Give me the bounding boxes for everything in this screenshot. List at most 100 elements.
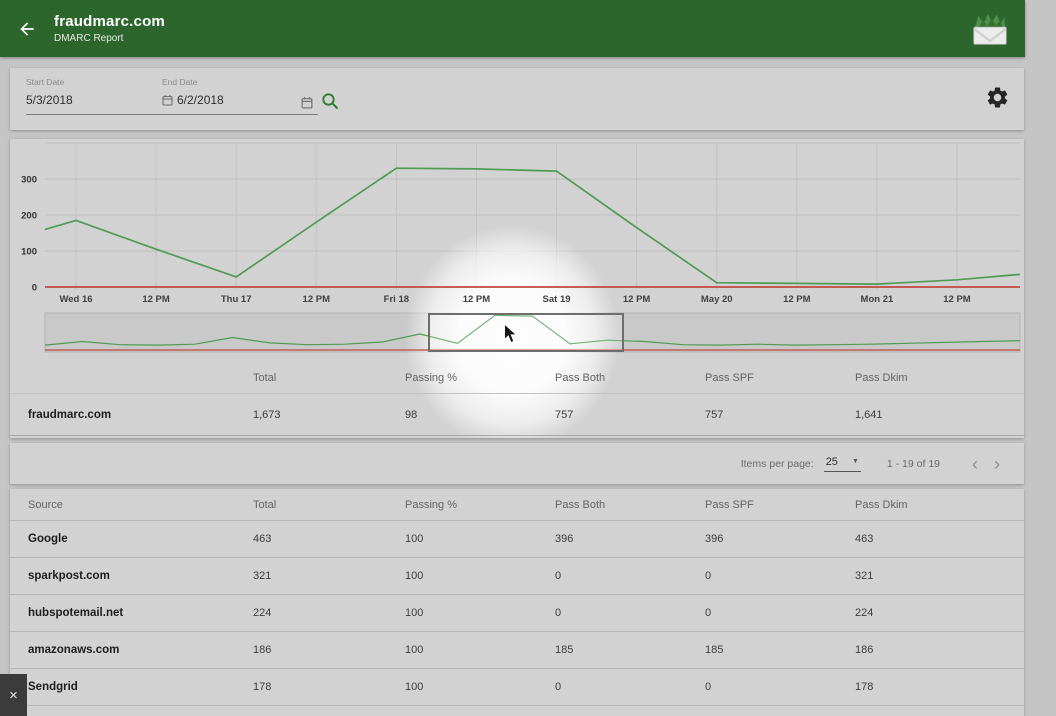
gear-icon bbox=[985, 85, 1010, 110]
table-row[interactable]: hubspotemail.net22410000224 bbox=[10, 595, 1024, 631]
calendar-picker-button[interactable] bbox=[301, 96, 313, 114]
items-per-page-select[interactable]: 25 ▼ bbox=[824, 456, 861, 472]
cell-value: 100 bbox=[405, 607, 555, 619]
x-axis-label: Fri 18 bbox=[384, 294, 409, 305]
cell-value: 321 bbox=[855, 570, 1024, 582]
series-pass-line bbox=[45, 168, 1020, 284]
cell-value: 0 bbox=[705, 570, 855, 582]
fraudmarc-logo bbox=[969, 9, 1011, 49]
table-row[interactable]: Google463100396396463 bbox=[10, 521, 1024, 557]
pagination-bar: Items per page: 25 ▼ 1 - 19 of 19 ‹ › bbox=[10, 443, 1024, 484]
column-header-pass-both: Pass Both bbox=[555, 499, 705, 511]
x-axis-label: 12 PM bbox=[303, 294, 331, 305]
cell-value: 224 bbox=[855, 607, 1024, 619]
table-row[interactable]: sparkpost.com32110000321 bbox=[10, 558, 1024, 594]
close-overlay-button[interactable]: × bbox=[0, 674, 27, 716]
cell-value: 0 bbox=[705, 681, 855, 693]
cell-value: 100 bbox=[405, 533, 555, 545]
summary-pass-dkim: 1,641 bbox=[855, 409, 1024, 421]
cell-value: 224 bbox=[253, 607, 405, 619]
end-date-value[interactable]: 6/2/2018 bbox=[177, 93, 224, 107]
cell-value: 0 bbox=[705, 607, 855, 619]
search-icon bbox=[321, 92, 339, 110]
end-date-field[interactable]: End Date 6/2/2018 bbox=[162, 77, 302, 107]
header-titles: fraudmarc.com DMARC Report bbox=[54, 13, 165, 44]
source-name: sparkpost.com bbox=[28, 570, 253, 582]
cell-value: 185 bbox=[555, 644, 705, 656]
source-name: Sendgrid bbox=[28, 681, 253, 693]
dmarc-report-app: fraudmarc.com DMARC Report Start Date 5/… bbox=[0, 0, 1056, 716]
page-range-label: 1 - 19 of 19 bbox=[887, 458, 940, 470]
next-page-button[interactable]: › bbox=[986, 455, 1008, 473]
source-table-header: Source Total Passing % Pass Both Pass SP… bbox=[10, 489, 1024, 520]
summary-pass-both: 757 bbox=[555, 409, 705, 421]
chart-card: 0100200300 Wed 1612 PMThu 1712 PMFri 181… bbox=[10, 139, 1024, 438]
page-subtitle: DMARC Report bbox=[54, 33, 165, 44]
divider bbox=[10, 393, 1024, 394]
envelope-icon bbox=[969, 9, 1011, 49]
column-header-passing: Passing % bbox=[405, 499, 555, 511]
cell-value: 0 bbox=[555, 570, 705, 582]
source-table-card: Source Total Passing % Pass Both Pass SP… bbox=[10, 489, 1024, 716]
settings-button[interactable] bbox=[985, 85, 1010, 115]
summary-row: fraudmarc.com 1,673 98 757 757 1,641 bbox=[10, 395, 1024, 434]
column-header-pass-dkim: Pass Dkim bbox=[855, 499, 1024, 511]
column-header-source: Source bbox=[28, 499, 253, 511]
column-header-total: Total bbox=[253, 372, 405, 384]
cell-value: 396 bbox=[555, 533, 705, 545]
table-row[interactable]: Sendgrid17810000178 bbox=[10, 669, 1024, 705]
summary-pass-spf: 757 bbox=[705, 409, 855, 421]
cell-value: 463 bbox=[253, 533, 405, 545]
cell-value: 0 bbox=[555, 607, 705, 619]
table-row[interactable]: amazonaws.com186100185185186 bbox=[10, 632, 1024, 668]
start-date-value[interactable]: 5/3/2018 bbox=[26, 93, 154, 107]
chevron-left-icon: ‹ bbox=[972, 454, 978, 474]
end-date-label: End Date bbox=[162, 77, 302, 87]
column-header-pass-both: Pass Both bbox=[555, 372, 705, 384]
x-axis-label: Mon 21 bbox=[861, 294, 894, 305]
x-axis-label: Sat 19 bbox=[543, 294, 571, 305]
items-per-page-value: 25 bbox=[826, 456, 838, 468]
source-table-body: Google463100396396463sparkpost.com321100… bbox=[10, 521, 1024, 706]
chevron-right-icon: › bbox=[994, 454, 1000, 474]
cell-value: 178 bbox=[855, 681, 1024, 693]
x-axis-label: 12 PM bbox=[943, 294, 971, 305]
x-axis-label: 12 PM bbox=[142, 294, 170, 305]
calendar-icon[interactable] bbox=[162, 94, 173, 106]
summary-header-row: Total Passing % Pass Both Pass SPF Pass … bbox=[10, 363, 1024, 393]
cell-value: 178 bbox=[253, 681, 405, 693]
x-axis-label: 12 PM bbox=[623, 294, 651, 305]
back-button[interactable] bbox=[12, 14, 42, 44]
summary-domain: fraudmarc.com bbox=[28, 409, 253, 421]
column-header-pass-spf: Pass SPF bbox=[705, 499, 855, 511]
x-axis-label: May 20 bbox=[701, 294, 733, 305]
column-header-total: Total bbox=[253, 499, 405, 511]
cell-value: 185 bbox=[705, 644, 855, 656]
cell-value: 100 bbox=[405, 644, 555, 656]
summary-total: 1,673 bbox=[253, 409, 405, 421]
chart-brush-selection[interactable] bbox=[428, 313, 624, 352]
cell-value: 186 bbox=[253, 644, 405, 656]
source-name: amazonaws.com bbox=[28, 644, 253, 656]
previous-page-button[interactable]: ‹ bbox=[964, 455, 986, 473]
column-header-pass-spf: Pass SPF bbox=[705, 372, 855, 384]
column-header-pass-dkim: Pass Dkim bbox=[855, 372, 1024, 384]
divider bbox=[10, 705, 1024, 706]
source-name: Google bbox=[28, 533, 253, 545]
search-button[interactable] bbox=[321, 92, 339, 115]
start-date-field[interactable]: Start Date 5/3/2018 bbox=[26, 77, 154, 107]
cell-value: 321 bbox=[253, 570, 405, 582]
app-header: fraudmarc.com DMARC Report bbox=[0, 0, 1025, 57]
x-axis-label: Wed 16 bbox=[59, 294, 92, 305]
items-per-page-label: Items per page: bbox=[741, 458, 814, 470]
column-header-passing: Passing % bbox=[405, 372, 555, 384]
cell-value: 100 bbox=[405, 570, 555, 582]
cell-value: 0 bbox=[555, 681, 705, 693]
x-axis-label: 12 PM bbox=[463, 294, 491, 305]
cell-value: 396 bbox=[705, 533, 855, 545]
cell-value: 186 bbox=[855, 644, 1024, 656]
summary-passing: 98 bbox=[405, 409, 555, 421]
arrow-left-icon bbox=[17, 19, 37, 39]
close-icon: × bbox=[9, 687, 18, 704]
x-axis-label: 12 PM bbox=[783, 294, 811, 305]
